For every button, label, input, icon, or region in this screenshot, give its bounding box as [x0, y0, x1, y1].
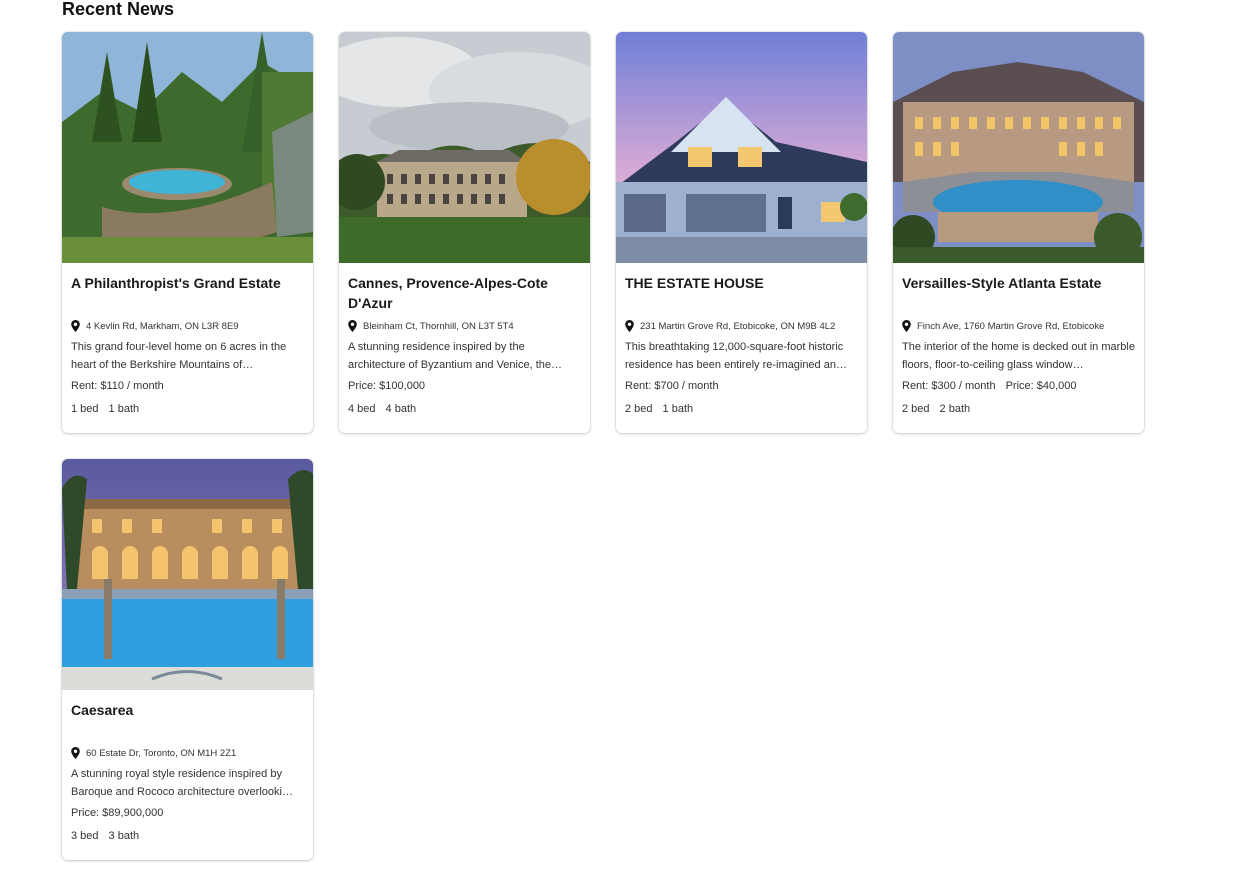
- section-title: Recent News: [62, 0, 175, 19]
- listing-description: A stunning residence inspired by the arc…: [348, 341, 563, 371]
- map-pin-icon: [902, 320, 911, 332]
- address-text: 231 Martin Grove Rd, Etobicoke, ON M9B 4…: [640, 320, 836, 332]
- listing-pricing: Rent: $300 / month Price: $40,000: [902, 380, 1135, 396]
- beds-text: 1 bed: [71, 403, 99, 415]
- listing-pricing: Rent: $110 / month: [71, 380, 304, 396]
- listing-address: 60 Estate Dr, Toronto, ON M1H 2Z1: [71, 746, 304, 760]
- rent-text: Rent: $300 / month: [902, 380, 996, 392]
- listing-description: This grand four-level home on 6 acres in…: [71, 341, 287, 371]
- listing-title[interactable]: Caesarea: [71, 700, 304, 740]
- listing-features: 3 bed 3 bath: [71, 830, 304, 842]
- listing-description: This breathtaking 12,000-square-foot his…: [625, 341, 847, 371]
- listing-address: 231 Martin Grove Rd, Etobicoke, ON M9B 4…: [625, 319, 858, 333]
- address-text: Bleinham Ct, Thornhill, ON L3T 5T4: [363, 320, 514, 332]
- price-text: Price: $89,900,000: [71, 807, 164, 819]
- listing-card-estate-house[interactable]: THE ESTATE HOUSE 231 Martin Grove Rd, Et…: [616, 32, 867, 433]
- listing-card-philanthropist-estate[interactable]: A Philanthropist's Grand Estate 4 Kevlin…: [62, 32, 313, 433]
- map-pin-icon: [625, 320, 634, 332]
- beds-text: 2 bed: [625, 403, 653, 415]
- address-text: Finch Ave, 1760 Martin Grove Rd, Etobico…: [917, 320, 1105, 332]
- listing-address: 4 Kevlin Rd, Markham, ON L3R 8E9: [71, 319, 304, 333]
- listing-description: A stunning royal style residence inspire…: [71, 768, 293, 798]
- map-pin-icon: [348, 320, 357, 332]
- listing-title[interactable]: A Philanthropist's Grand Estate: [71, 273, 304, 313]
- address-text: 60 Estate Dr, Toronto, ON M1H 2Z1: [86, 747, 237, 759]
- map-pin-icon: [71, 320, 80, 332]
- recent-news-page: Recent News A Philanthropist's Grand Est…: [0, 0, 1250, 875]
- baths-text: 1 bath: [662, 403, 694, 415]
- listing-title[interactable]: Versailles-Style Atlanta Estate: [902, 273, 1135, 313]
- listing-features: 2 bed 1 bath: [625, 403, 858, 415]
- listing-card-versailles-atlanta[interactable]: Versailles-Style Atlanta Estate Finch Av…: [893, 32, 1144, 433]
- baths-text: 2 bath: [939, 403, 971, 415]
- listing-features: 1 bed 1 bath: [71, 403, 304, 415]
- price-text: Price: $40,000: [1005, 380, 1077, 392]
- baths-text: 4 bath: [385, 403, 417, 415]
- listing-photo[interactable]: [339, 32, 590, 263]
- listing-photo[interactable]: [62, 32, 313, 263]
- listing-features: 4 bed 4 bath: [348, 403, 581, 415]
- listing-photo[interactable]: [893, 32, 1144, 263]
- listing-address: Bleinham Ct, Thornhill, ON L3T 5T4: [348, 319, 581, 333]
- listing-card-cannes[interactable]: Cannes, Provence-Alpes-Cote D'Azur Blein…: [339, 32, 590, 433]
- listing-photo[interactable]: [616, 32, 867, 263]
- address-text: 4 Kevlin Rd, Markham, ON L3R 8E9: [86, 320, 239, 332]
- listing-title[interactable]: THE ESTATE HOUSE: [625, 273, 858, 313]
- listing-description: The interior of the home is decked out i…: [902, 341, 1135, 371]
- map-pin-icon: [71, 747, 80, 759]
- listing-photo[interactable]: [62, 459, 313, 690]
- rent-text: Rent: $700 / month: [625, 380, 719, 392]
- rent-text: Rent: $110 / month: [71, 380, 164, 392]
- listing-pricing: Rent: $700 / month: [625, 380, 858, 396]
- listing-card-caesarea[interactable]: Caesarea 60 Estate Dr, Toronto, ON M1H 2…: [62, 459, 313, 860]
- beds-text: 4 bed: [348, 403, 376, 415]
- baths-text: 1 bath: [108, 403, 140, 415]
- listing-pricing: Price: $100,000: [348, 380, 581, 396]
- listing-title[interactable]: Cannes, Provence-Alpes-Cote D'Azur: [348, 273, 581, 313]
- listing-pricing: Price: $89,900,000: [71, 807, 304, 823]
- baths-text: 3 bath: [108, 830, 140, 842]
- beds-text: 3 bed: [71, 830, 99, 842]
- listing-address: Finch Ave, 1760 Martin Grove Rd, Etobico…: [902, 319, 1135, 333]
- listing-features: 2 bed 2 bath: [902, 403, 1135, 415]
- price-text: Price: $100,000: [348, 380, 426, 392]
- beds-text: 2 bed: [902, 403, 930, 415]
